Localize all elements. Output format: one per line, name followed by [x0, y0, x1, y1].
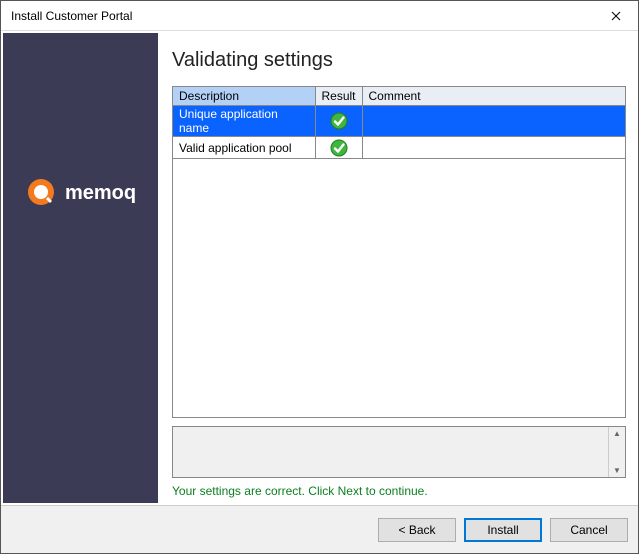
- col-result[interactable]: Result: [315, 87, 362, 106]
- check-ok-icon: [330, 112, 348, 130]
- wizard-footer: < Back Install Cancel: [1, 505, 638, 553]
- status-message: Your settings are correct. Click Next to…: [172, 484, 626, 498]
- scroll-down-icon[interactable]: ▼: [613, 464, 621, 477]
- close-icon: [611, 11, 621, 21]
- col-comment[interactable]: Comment: [362, 87, 625, 106]
- brand-logo: memoq: [25, 177, 136, 209]
- titlebar: Install Customer Portal: [1, 1, 638, 31]
- wizard-sidebar: memoq: [3, 33, 158, 503]
- grid-header-row: Description Result Comment: [173, 87, 625, 106]
- cell-description: Valid application pool: [173, 137, 315, 159]
- cell-result: [315, 106, 362, 137]
- cell-result: [315, 137, 362, 159]
- validation-grid[interactable]: Description Result Comment Unique applic…: [172, 86, 626, 418]
- table-row[interactable]: Unique application name: [173, 106, 625, 137]
- cancel-button[interactable]: Cancel: [550, 518, 628, 542]
- page-title: Validating settings: [172, 49, 626, 72]
- brand-text: memoq: [65, 182, 136, 205]
- check-ok-icon: [330, 139, 348, 157]
- wizard-main: Validating settings Description Result C…: [158, 31, 638, 505]
- details-text: [173, 427, 608, 477]
- scroll-up-icon[interactable]: ▲: [613, 427, 621, 440]
- install-button[interactable]: Install: [464, 518, 542, 542]
- table-row[interactable]: Valid application pool: [173, 137, 625, 159]
- details-scrollbar[interactable]: ▲ ▼: [608, 427, 625, 477]
- back-button[interactable]: < Back: [378, 518, 456, 542]
- cell-comment: [362, 137, 625, 159]
- close-button[interactable]: [593, 1, 638, 31]
- wizard-body: memoq Validating settings Description Re…: [1, 31, 638, 505]
- cell-comment: [362, 106, 625, 137]
- col-description[interactable]: Description: [173, 87, 315, 106]
- cell-description: Unique application name: [173, 106, 315, 137]
- window-title: Install Customer Portal: [11, 9, 593, 23]
- details-panel: ▲ ▼: [172, 426, 626, 478]
- memoq-logo-icon: [25, 177, 57, 209]
